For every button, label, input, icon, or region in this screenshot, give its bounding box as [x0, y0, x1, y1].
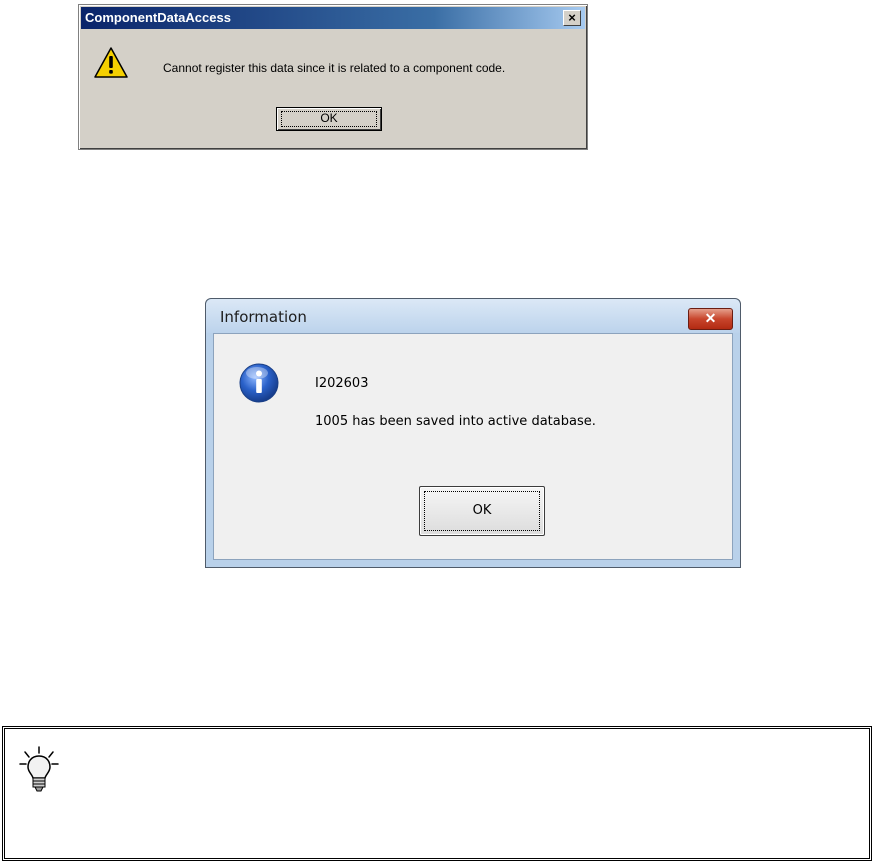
ok-button-label: OK	[472, 503, 492, 518]
close-button[interactable]: ✕	[688, 308, 733, 330]
message-code: I202603	[315, 376, 369, 391]
close-button[interactable]: ×	[563, 10, 581, 26]
info-icon	[238, 362, 280, 404]
dialog-message: 1005 has been saved into active database…	[315, 414, 596, 429]
dialog-title-bar[interactable]: ComponentDataAccess ×	[81, 7, 585, 29]
dialog-message: Cannot register this data since it is re…	[163, 61, 506, 75]
tip-box	[2, 726, 872, 861]
ok-button[interactable]: OK	[276, 107, 382, 131]
information-dialog: Information ✕ I202603 1005 has been save…	[205, 298, 741, 568]
warning-icon	[93, 45, 129, 81]
component-data-access-dialog: ComponentDataAccess × Cannot register th…	[78, 4, 588, 150]
lightbulb-icon	[19, 745, 59, 797]
ok-button-label: OK	[320, 111, 338, 125]
dialog-body: I202603 1005 has been saved into active …	[213, 333, 733, 560]
dialog-title: Information	[220, 308, 307, 326]
dialog-title: ComponentDataAccess	[85, 10, 231, 25]
ok-button[interactable]: OK	[419, 486, 545, 536]
dialog-title-bar[interactable]: Information ✕	[206, 299, 740, 333]
